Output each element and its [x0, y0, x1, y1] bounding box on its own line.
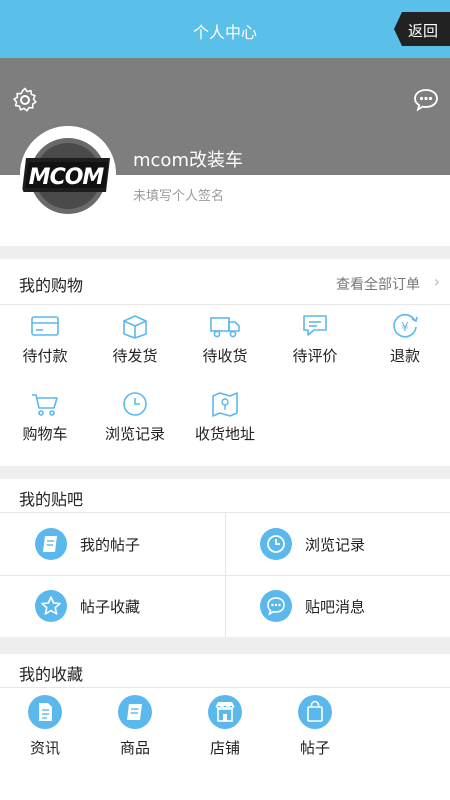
tieba-browsing-history[interactable]: 浏览记录	[225, 513, 450, 575]
tieba-label: 贴吧消息	[305, 598, 366, 616]
favorites-title: 我的收藏	[19, 665, 84, 684]
favorite-goods[interactable]: 商品	[90, 695, 180, 758]
signature[interactable]: 未填写个人签名	[133, 185, 224, 204]
grid-label: 收货地址	[194, 425, 255, 443]
shopping-title: 我的购物	[19, 276, 84, 295]
clock-icon	[123, 392, 147, 416]
username[interactable]: mcom改装车	[133, 146, 243, 172]
grid-label: 待发货	[112, 347, 158, 365]
grid-label: 待付款	[22, 347, 68, 365]
section-divider	[0, 637, 450, 654]
favorite-label: 资讯	[29, 739, 60, 757]
favorite-label: 帖子	[299, 739, 330, 757]
back-button[interactable]: 返回	[394, 12, 450, 46]
card-icon	[31, 316, 59, 336]
page-title: 个人中心	[192, 23, 257, 42]
grid-label: 待收货	[202, 347, 248, 365]
favorite-news[interactable]: 资讯	[0, 695, 90, 758]
order-pending-payment[interactable]: 待付款	[0, 313, 90, 366]
avatar[interactable]: MCOM	[20, 126, 116, 222]
shipping-address[interactable]: 收货地址	[180, 391, 270, 444]
tieba-messages[interactable]: 贴吧消息	[225, 575, 450, 637]
back-label: 返回	[408, 22, 439, 40]
mcom-logo: MCOM	[20, 126, 116, 222]
nav-bar: 个人中心 返回	[0, 0, 450, 58]
tieba-label: 浏览记录	[305, 536, 366, 554]
settings-gear-icon[interactable]	[11, 86, 39, 118]
goods-icon	[118, 695, 152, 729]
favorites-header: 我的收藏	[0, 654, 450, 688]
svg-text:MCOM: MCOM	[29, 165, 105, 190]
favorite-label: 店铺	[209, 739, 240, 757]
grid-label: 待评价	[292, 347, 338, 365]
shopping-cart[interactable]: 购物车	[0, 391, 90, 444]
tieba-label: 我的帖子	[80, 536, 141, 554]
shopping-header: 我的购物 查看全部订单 ›	[0, 259, 450, 305]
section-divider	[0, 466, 450, 479]
grid-label: 购物车	[22, 425, 68, 443]
view-all-orders-link[interactable]: 查看全部订单	[336, 274, 420, 294]
tieba-header: 我的贴吧	[0, 479, 450, 513]
package-icon	[123, 315, 147, 339]
news-icon	[28, 695, 62, 729]
bag-icon	[298, 695, 332, 729]
grid-label: 退款	[389, 347, 420, 365]
order-pending-shipment[interactable]: 待发货	[90, 313, 180, 366]
order-refund[interactable]: ¥ 退款	[360, 313, 450, 366]
map-icon	[212, 392, 238, 417]
favorite-stores[interactable]: 店铺	[180, 695, 270, 758]
grid-divider	[0, 575, 450, 576]
clock-icon	[260, 528, 292, 560]
order-pending-receipt[interactable]: 待收货	[180, 313, 270, 366]
tieba-label: 帖子收藏	[80, 598, 141, 616]
order-pending-review[interactable]: 待评价	[270, 313, 360, 366]
message-icon	[260, 590, 292, 622]
post-icon	[35, 528, 67, 560]
star-icon	[35, 590, 67, 622]
my-posts[interactable]: 我的帖子	[0, 513, 225, 575]
grid-label: 浏览记录	[104, 425, 165, 443]
refund-icon: ¥	[393, 314, 418, 338]
truck-icon	[210, 317, 240, 338]
browsing-history[interactable]: 浏览记录	[90, 391, 180, 444]
chevron-right-icon[interactable]: ›	[434, 272, 440, 291]
cart-icon	[32, 394, 58, 416]
favorite-label: 商品	[119, 739, 150, 757]
chat-icon	[303, 315, 327, 336]
post-favorites[interactable]: 帖子收藏	[0, 575, 225, 637]
message-bubble-icon[interactable]	[413, 88, 439, 116]
store-icon	[208, 695, 242, 729]
tieba-title: 我的贴吧	[19, 490, 84, 509]
section-divider	[0, 246, 450, 259]
svg-text:¥: ¥	[401, 320, 409, 334]
favorite-posts[interactable]: 帖子	[270, 695, 360, 758]
